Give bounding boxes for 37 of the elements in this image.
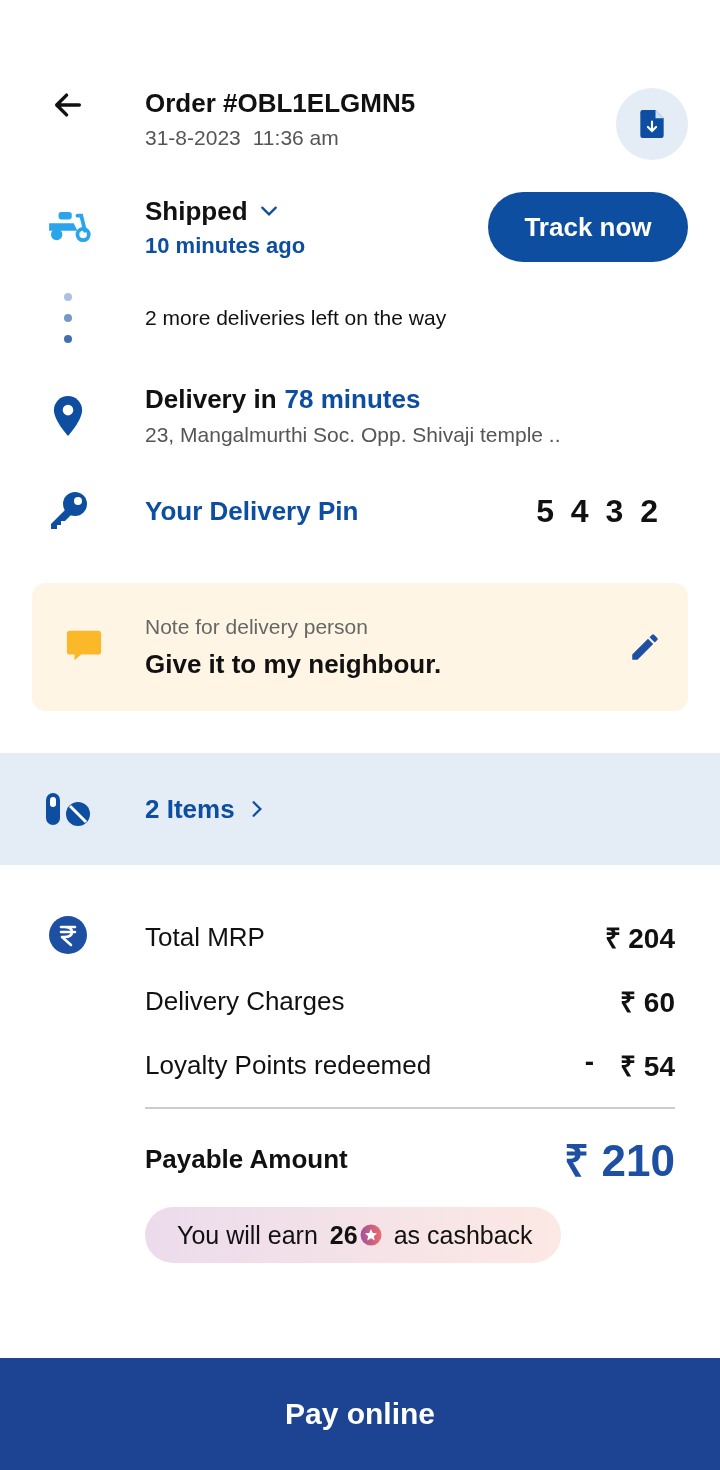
order-date: 31-8-2023 xyxy=(145,126,241,150)
order-time: 11:36 am xyxy=(252,126,339,150)
queue-note: 2 more deliveries left on the way xyxy=(145,306,448,330)
chevron-right-icon xyxy=(250,800,263,818)
note-label: Note for delivery person xyxy=(145,614,369,639)
cashback-text: as cashback xyxy=(393,1220,533,1250)
bill-label: Delivery Charges xyxy=(145,985,345,1017)
delivery-pin: 5 4 3 2 xyxy=(536,492,663,530)
delivery-eta: 78 minutes xyxy=(284,384,421,415)
items-label: 2 Items xyxy=(145,793,235,825)
document-download-icon xyxy=(640,110,664,138)
order-title: Order #OBL1ELGMN5 xyxy=(145,87,417,120)
status-label: Shipped xyxy=(145,195,248,227)
bill-label: Total MRP xyxy=(145,921,265,953)
dots-icon xyxy=(62,292,73,344)
bill-label: Loyalty Points redeemed xyxy=(145,1049,432,1081)
pills-icon xyxy=(43,791,92,827)
payable-amount: ₹ 210 xyxy=(564,1135,675,1187)
rupee-coin-icon xyxy=(47,915,88,955)
bill-amount: ₹ 54 xyxy=(620,1050,675,1084)
note-text: Give it to my neighbour. xyxy=(145,648,443,680)
bill-amount: ₹ 204 xyxy=(604,922,675,956)
location-pin-icon xyxy=(52,395,83,436)
delivery-label: Delivery in xyxy=(145,384,277,415)
delivery-address: 23, Mangalmurthi Soc. Opp. Shivaji temple .. xyxy=(145,423,562,447)
cashback-text: You will earn xyxy=(177,1220,318,1250)
track-now-button[interactable]: Track now xyxy=(488,192,688,262)
bill-amount: ₹ 60 xyxy=(620,986,675,1020)
minus-sign: - xyxy=(584,1046,595,1079)
status-time: 10 minutes ago xyxy=(145,232,307,259)
payable-label: Payable Amount xyxy=(145,1143,348,1175)
items-band[interactable]: 2 Items xyxy=(0,753,720,865)
chevron-down-icon[interactable] xyxy=(259,205,278,217)
pay-online-button[interactable]: Pay online xyxy=(0,1358,720,1470)
delivery-pin-label: Your Delivery Pin xyxy=(145,495,360,527)
cashback-points: 26 xyxy=(329,1220,358,1250)
coin-icon xyxy=(359,1224,382,1246)
